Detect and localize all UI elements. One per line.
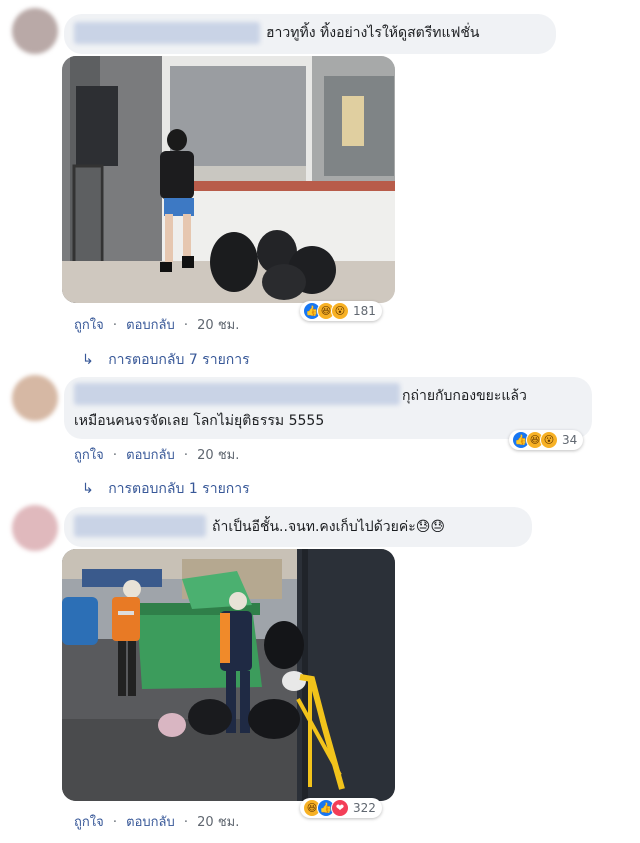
reaction-summary[interactable]: 😆 👍 ❤ 322 bbox=[300, 798, 382, 818]
comment-timestamp[interactable]: 20 ชม. bbox=[197, 811, 239, 832]
reaction-count: 181 bbox=[353, 304, 376, 318]
separator-dot: · bbox=[183, 815, 189, 830]
replies-count-label: การตอบกลับ 7 รายการ bbox=[108, 352, 250, 368]
comment-actions: ถูกใจ · ตอบกลับ · 20 ชม. bbox=[74, 811, 239, 832]
reaction-summary[interactable]: 👍 😆 😮 181 bbox=[300, 301, 382, 321]
reply-arrow-icon: ↳ bbox=[82, 352, 94, 368]
like-comment-link[interactable]: ถูกใจ bbox=[74, 811, 104, 832]
wow-reaction-icon: 😮 bbox=[331, 302, 349, 320]
reply-comment-link[interactable]: ตอบกลับ bbox=[126, 444, 175, 465]
reply-comment-link[interactable]: ตอบกลับ bbox=[126, 314, 175, 335]
comment-timestamp[interactable]: 20 ชม. bbox=[197, 314, 239, 335]
commenter-avatar[interactable] bbox=[12, 8, 58, 54]
commenter-name-blurred[interactable] bbox=[74, 22, 260, 44]
view-replies-link[interactable]: ↳ การตอบกลับ 7 รายการ bbox=[82, 349, 250, 371]
view-replies-link[interactable]: ↳ การตอบกลับ 1 รายการ bbox=[82, 478, 250, 500]
reaction-summary[interactable]: 👍 😆 😮 34 bbox=[509, 430, 584, 450]
comment-text: ถ้าเป็นอีชั้น..จนท.คงเก็บไปด้วยค่ะ😓😓 bbox=[212, 519, 445, 535]
replies-count-label: การตอบกลับ 1 รายการ bbox=[108, 481, 250, 497]
comment-timestamp[interactable]: 20 ชม. bbox=[197, 444, 239, 465]
separator-dot: · bbox=[183, 318, 189, 333]
photo-street-fashion-trash bbox=[62, 56, 395, 303]
photo-sanitation-workers bbox=[62, 549, 395, 801]
reply-arrow-icon: ↳ bbox=[82, 481, 94, 497]
separator-dot: · bbox=[112, 318, 117, 333]
love-reaction-icon: ❤ bbox=[331, 799, 349, 817]
reaction-count: 34 bbox=[562, 433, 578, 447]
reaction-count: 322 bbox=[353, 801, 376, 815]
separator-dot: · bbox=[183, 448, 189, 463]
comment-text-line-1: กุถ่ายกับกองขยะแล้ว bbox=[402, 388, 527, 404]
reply-comment-link[interactable]: ตอบกลับ bbox=[126, 811, 175, 832]
comment-text: ฮาวทูทิ้ง ทิ้งอย่างไรให้ดูสตรีทแฟชั่น bbox=[266, 25, 480, 41]
comment-photo[interactable] bbox=[62, 56, 395, 303]
comment-text-line-2: เหมือนคนจรจัดเลย โลกไม่ยุติธรรม 5555 bbox=[74, 413, 325, 429]
like-comment-link[interactable]: ถูกใจ bbox=[74, 314, 104, 335]
commenter-avatar[interactable] bbox=[12, 375, 58, 421]
commenter-avatar[interactable] bbox=[12, 505, 58, 551]
comment-photo[interactable] bbox=[62, 549, 395, 801]
commenter-name-blurred[interactable] bbox=[74, 383, 400, 405]
comment-actions: ถูกใจ · ตอบกลับ · 20 ชม. bbox=[74, 444, 239, 465]
wow-reaction-icon: 😮 bbox=[540, 431, 558, 449]
separator-dot: · bbox=[112, 448, 117, 463]
commenter-name-blurred[interactable] bbox=[74, 515, 206, 537]
like-comment-link[interactable]: ถูกใจ bbox=[74, 444, 104, 465]
comment-actions: ถูกใจ · ตอบกลับ · 20 ชม. bbox=[74, 314, 239, 335]
separator-dot: · bbox=[112, 815, 117, 830]
